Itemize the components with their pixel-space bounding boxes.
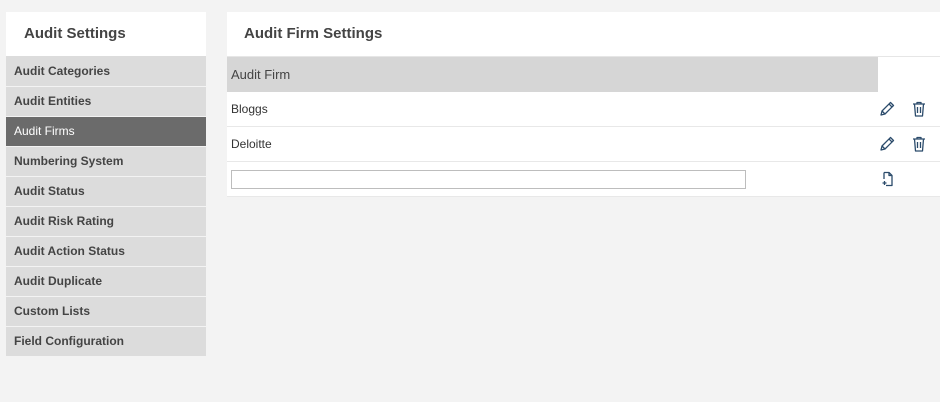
sidebar-title: Audit Settings xyxy=(6,12,206,57)
sidebar-item-audit-action-status[interactable]: Audit Action Status xyxy=(6,237,206,267)
table-header: Audit Firm xyxy=(227,57,940,92)
column-header-audit-firm: Audit Firm xyxy=(227,57,878,92)
sidebar-item-audit-firms[interactable]: Audit Firms xyxy=(6,117,206,147)
add-file-icon[interactable] xyxy=(878,170,896,188)
table-row: Bloggs xyxy=(227,92,940,127)
pencil-icon[interactable] xyxy=(878,100,896,118)
sidebar-item-audit-categories[interactable]: Audit Categories xyxy=(6,57,206,87)
pencil-icon[interactable] xyxy=(878,135,896,153)
sidebar: Audit Settings Audit Categories Audit En… xyxy=(6,12,206,357)
column-header-actions xyxy=(878,57,940,92)
sidebar-item-audit-risk-rating[interactable]: Audit Risk Rating xyxy=(6,207,206,237)
row-actions xyxy=(878,100,940,118)
audit-firm-name: Bloggs xyxy=(231,102,268,116)
trash-icon[interactable] xyxy=(910,100,928,118)
sidebar-item-numbering-system[interactable]: Numbering System xyxy=(6,147,206,177)
main-panel: Audit Firm Settings Audit Firm Bloggs De… xyxy=(227,12,940,197)
sidebar-item-custom-lists[interactable]: Custom Lists xyxy=(6,297,206,327)
new-audit-firm-cell xyxy=(227,169,878,189)
sidebar-item-audit-status[interactable]: Audit Status xyxy=(6,177,206,207)
trash-icon[interactable] xyxy=(910,135,928,153)
new-audit-firm-input[interactable] xyxy=(231,169,746,189)
sidebar-nav: Audit Categories Audit Entities Audit Fi… xyxy=(6,57,206,357)
audit-firm-table: Audit Firm Bloggs Deloitte xyxy=(227,57,940,197)
sidebar-item-field-configuration[interactable]: Field Configuration xyxy=(6,327,206,357)
row-actions xyxy=(878,135,940,153)
new-audit-firm-row xyxy=(227,162,940,197)
audit-firm-name: Deloitte xyxy=(231,137,272,151)
new-row-actions xyxy=(878,170,940,188)
sidebar-item-audit-entities[interactable]: Audit Entities xyxy=(6,87,206,117)
page-title: Audit Firm Settings xyxy=(227,12,940,57)
sidebar-item-audit-duplicate[interactable]: Audit Duplicate xyxy=(6,267,206,297)
table-row: Deloitte xyxy=(227,127,940,162)
